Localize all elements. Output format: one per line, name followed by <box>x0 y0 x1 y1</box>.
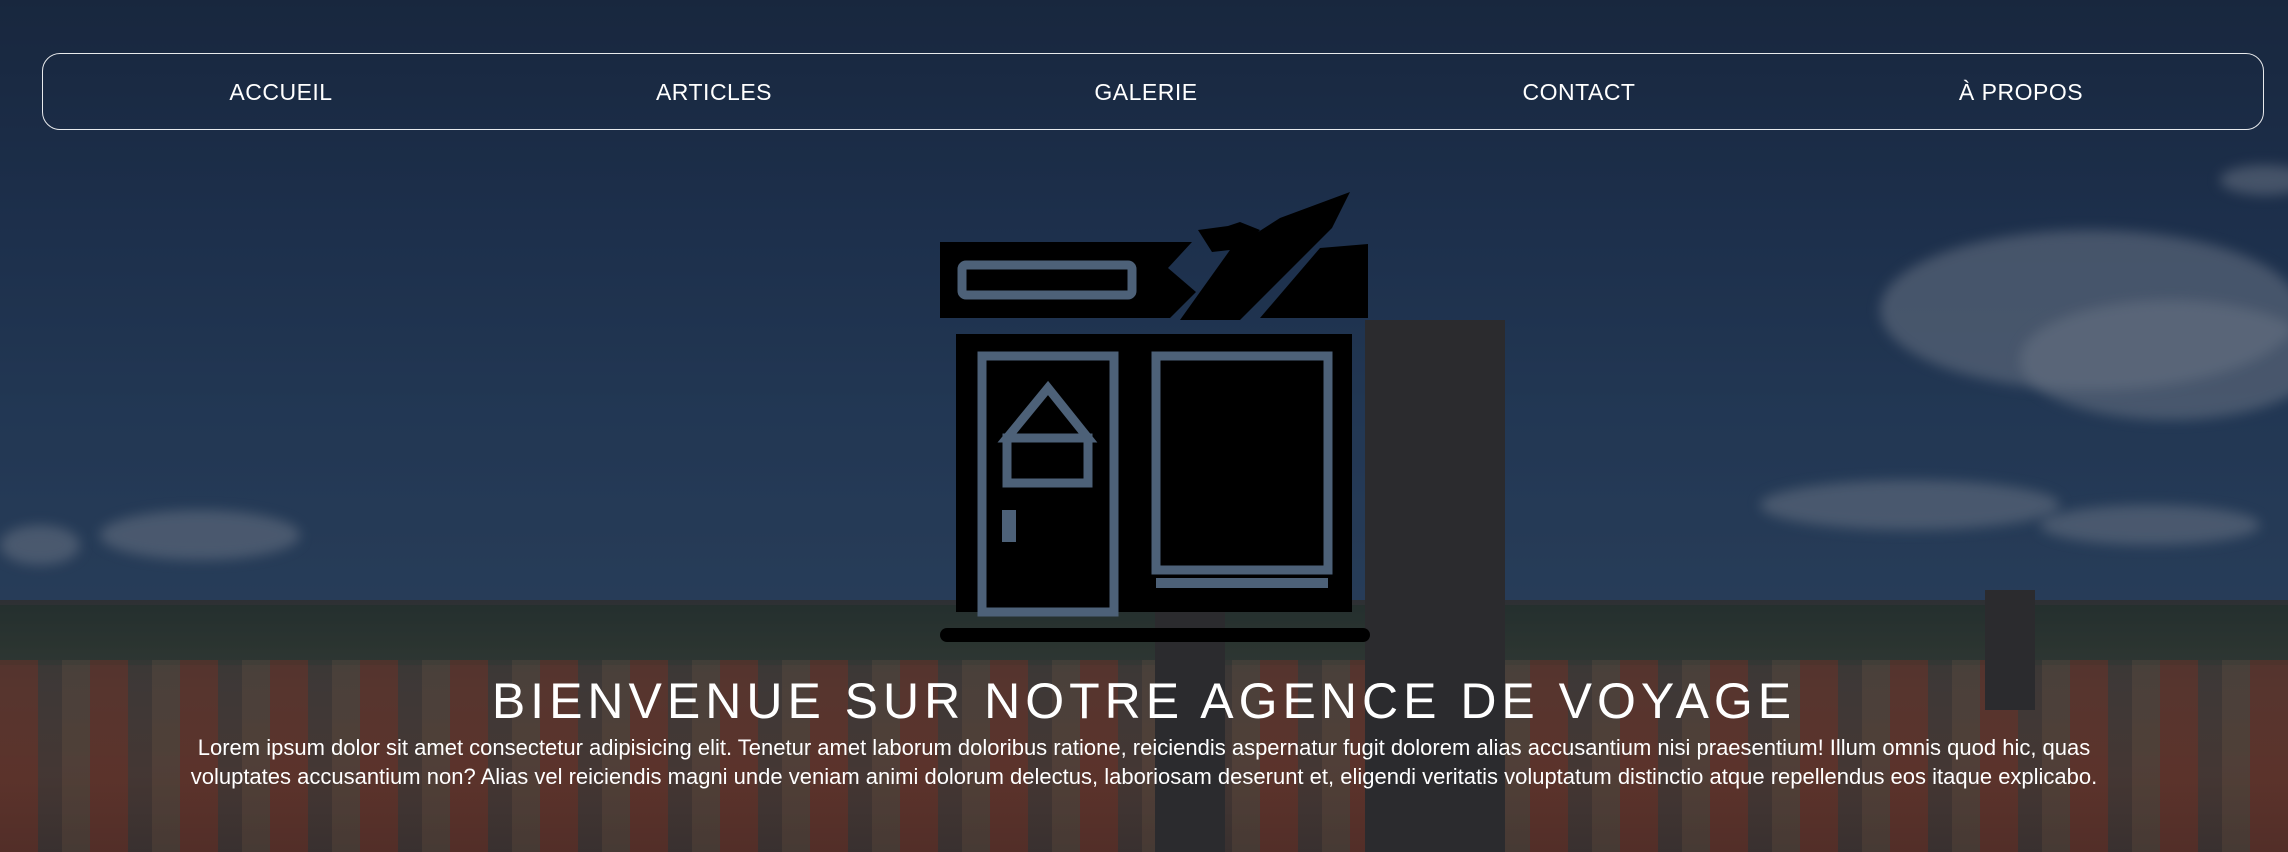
main-navigation: ACCUEIL ARTICLES GALERIE CONTACT À PROPO… <box>42 53 2264 130</box>
nav-item-accueil[interactable]: ACCUEIL <box>229 54 332 131</box>
hero-title: BIENVENUE SUR NOTRE AGENCE DE VOYAGE <box>491 673 1797 729</box>
nav-item-contact[interactable]: CONTACT <box>1523 54 1636 131</box>
nav-item-a-propos[interactable]: À PROPOS <box>1959 54 2083 131</box>
nav-item-galerie[interactable]: GALERIE <box>1094 54 1197 131</box>
hero-description: Lorem ipsum dolor sit amet consectetur a… <box>190 735 2098 789</box>
travel-agency-icon <box>940 192 1370 642</box>
nav-item-articles[interactable]: ARTICLES <box>656 54 772 131</box>
